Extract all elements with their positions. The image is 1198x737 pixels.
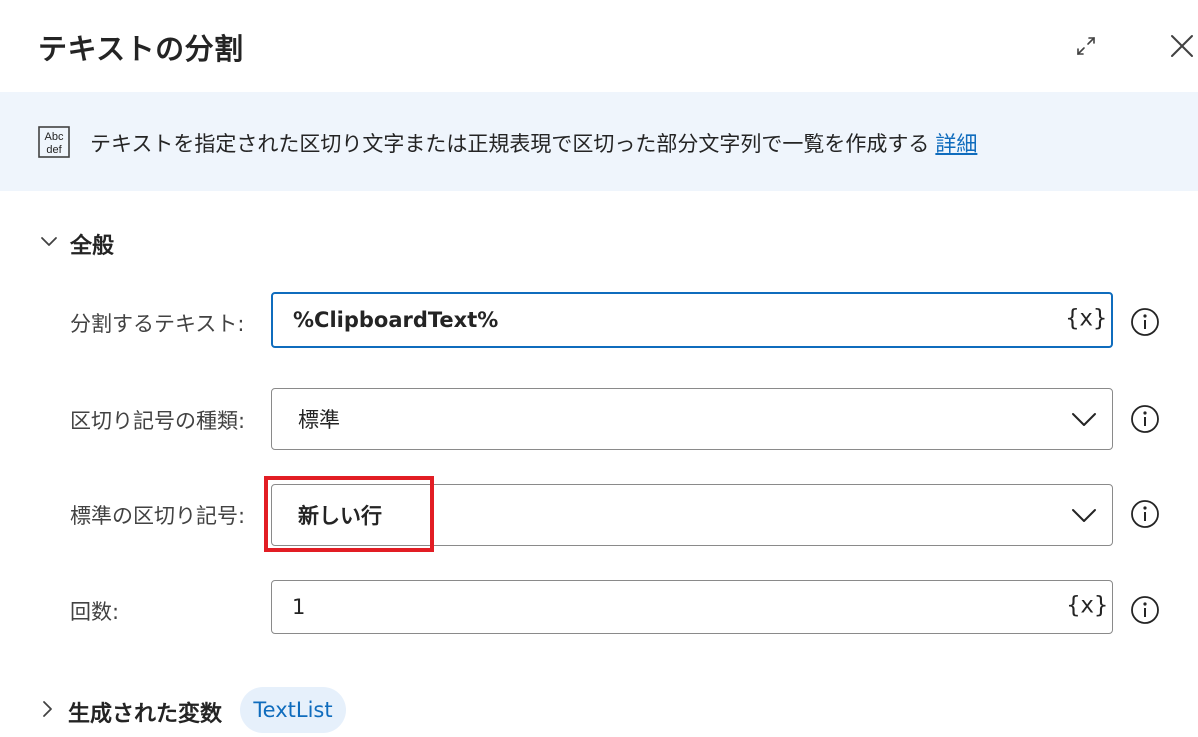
abc-def-icon: Abc def — [38, 126, 70, 158]
chevron-down-icon[interactable] — [38, 230, 60, 252]
times-value: 1 — [292, 595, 306, 619]
chevron-down-icon[interactable] — [1070, 410, 1098, 428]
variable-picker-button[interactable]: {x} — [1066, 593, 1108, 619]
standard-separator-value: 新しい行 — [298, 504, 382, 528]
text-to-split-value: %ClipboardText% — [293, 308, 499, 332]
details-link[interactable]: 詳細 — [935, 132, 977, 156]
standard-separator-label: 標準の区切り記号: — [70, 504, 246, 528]
info-icon[interactable] — [1130, 404, 1160, 434]
dialog-title: テキストの分割 — [38, 32, 244, 66]
times-label: 回数: — [70, 600, 120, 624]
times-input[interactable]: 1 {x} — [271, 580, 1113, 634]
info-icon[interactable] — [1130, 307, 1160, 337]
expand-icon[interactable] — [1072, 32, 1100, 60]
chevron-down-icon[interactable] — [1070, 506, 1098, 524]
standard-separator-dropdown[interactable]: 新しい行 — [271, 484, 1113, 546]
info-icon[interactable] — [1130, 499, 1160, 529]
variable-picker-button[interactable]: {x} — [1065, 306, 1107, 332]
section-title-produced-variables[interactable]: 生成された変数 — [68, 696, 222, 728]
chevron-right-icon[interactable] — [36, 698, 58, 720]
close-icon[interactable] — [1166, 30, 1198, 62]
text-to-split-label: 分割するテキスト: — [70, 312, 245, 336]
banner-description-text: テキストを指定された区切り文字または正規表現で区切った部分文字列で一覧を作成する — [90, 132, 930, 156]
svg-text:Abc: Abc — [45, 131, 64, 143]
banner-description: テキストを指定された区切り文字または正規表現で区切った部分文字列で一覧を作成する… — [90, 128, 977, 158]
separator-type-label: 区切り記号の種類: — [70, 409, 246, 433]
text-to-split-input[interactable]: %ClipboardText% {x} — [271, 292, 1113, 348]
dialog-header: テキストの分割 — [0, 0, 1198, 92]
separator-type-dropdown[interactable]: 標準 — [271, 388, 1113, 450]
separator-type-value: 標準 — [298, 408, 340, 432]
info-icon[interactable] — [1130, 595, 1160, 625]
svg-text:def: def — [46, 144, 62, 156]
section-title-general[interactable]: 全般 — [70, 228, 114, 260]
variable-chip-textlist[interactable]: TextList — [240, 687, 346, 733]
